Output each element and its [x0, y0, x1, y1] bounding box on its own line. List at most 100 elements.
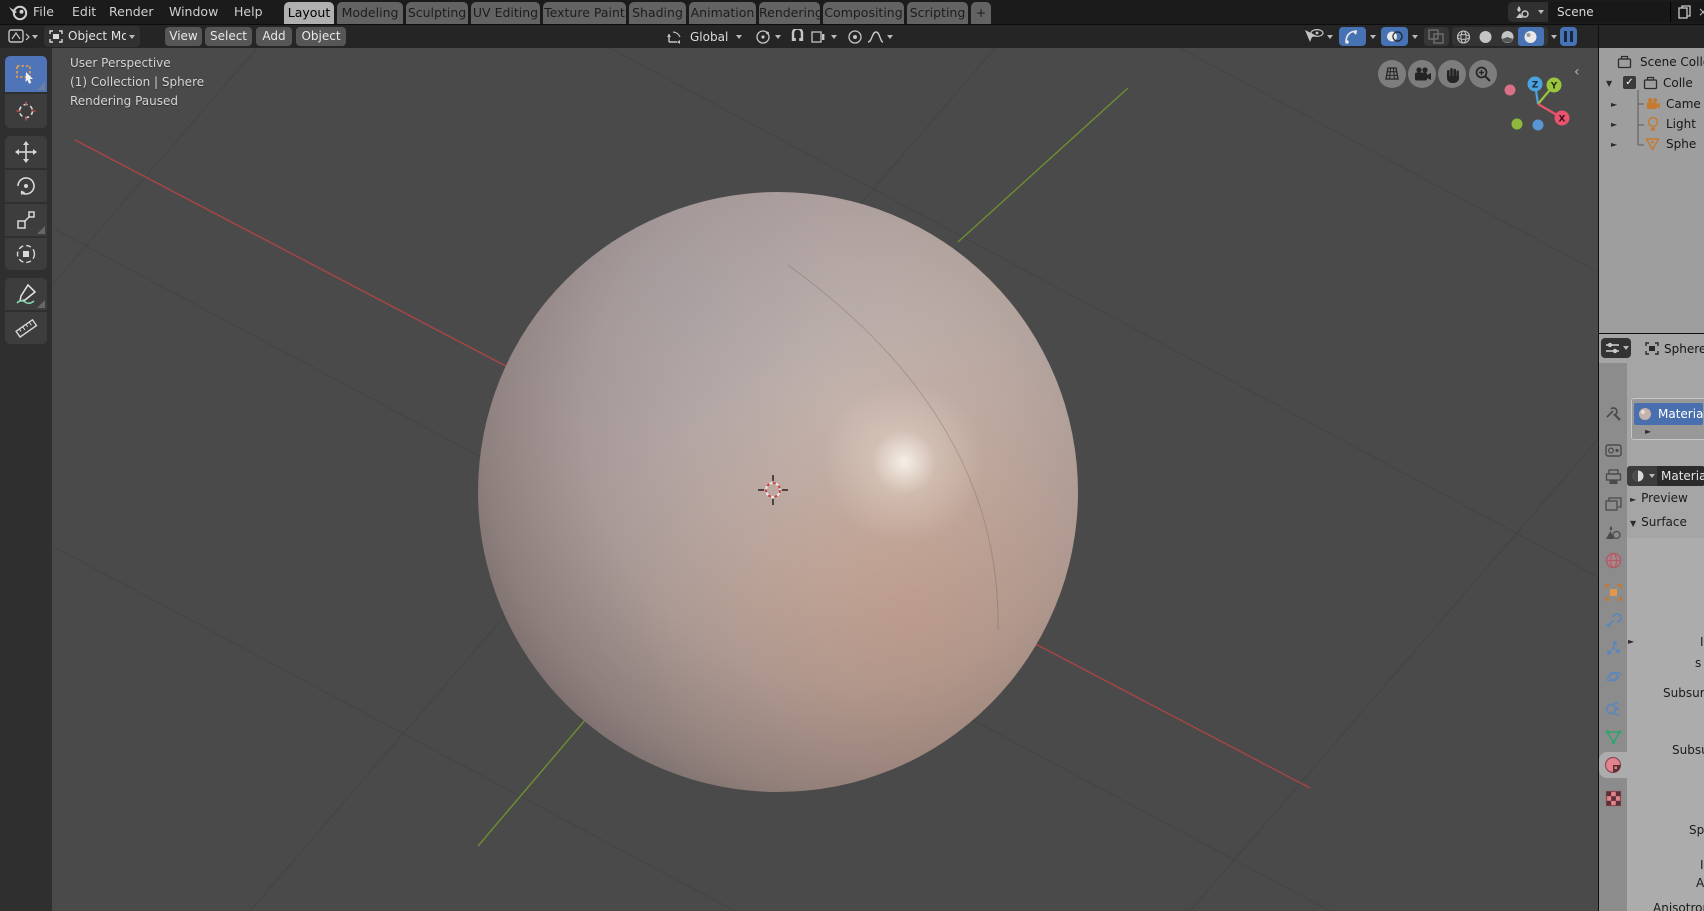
new-scene-button[interactable]	[1670, 2, 1698, 22]
tab-constraints[interactable]	[1599, 695, 1627, 721]
editor-type-3dview-icon[interactable]	[8, 29, 30, 44]
pause-render-button[interactable]	[1560, 27, 1577, 46]
shading-rendered-toggle[interactable]	[1518, 27, 1544, 46]
show-gizmo-toggle[interactable]	[1339, 27, 1366, 46]
material-name-field[interactable]: Materia	[1657, 466, 1704, 486]
workspace-tab-scripting[interactable]: Scripting	[907, 2, 968, 24]
outliner-row-light[interactable]: ► Light	[1599, 114, 1704, 134]
tool-cursor[interactable]	[5, 94, 47, 128]
cursor-3d	[758, 475, 788, 505]
menu-help[interactable]: Help	[234, 4, 263, 19]
object-visibility-icon[interactable]	[1303, 28, 1324, 45]
particles-tab-icon	[1605, 640, 1622, 657]
tab-output[interactable]	[1599, 464, 1627, 490]
overlay-render-status: Rendering Paused	[70, 94, 178, 108]
nav-pan-button[interactable]	[1438, 60, 1466, 88]
falloff-curve-icon[interactable]	[867, 29, 884, 45]
expander-icon[interactable]: ►	[1611, 95, 1617, 115]
nav-camera-button[interactable]	[1408, 60, 1436, 88]
xray-toggle[interactable]	[1424, 27, 1449, 46]
tool-transform[interactable]	[5, 238, 47, 270]
tab-object-data[interactable]	[1599, 724, 1627, 750]
breadcrumb-object-name: Sphere	[1664, 342, 1704, 356]
shading-material-icon[interactable]	[1500, 30, 1515, 44]
tool-options-corner	[37, 82, 45, 90]
tab-material[interactable]	[1599, 752, 1627, 778]
workspace-tab-uv-editing[interactable]: UV Editing	[471, 2, 540, 24]
workspace-tab-sculpting[interactable]: Sculpting	[406, 2, 468, 24]
tool-measure[interactable]	[5, 312, 47, 344]
material-datablock-selector[interactable]	[1627, 466, 1657, 486]
workspace-tab-animation[interactable]: Animation	[689, 2, 756, 24]
mode-selector[interactable]: Object Mo..	[44, 26, 140, 47]
world-tab-icon	[1605, 552, 1622, 569]
slot-expander-icon[interactable]: ►	[1645, 427, 1651, 436]
workspace-tab-shading[interactable]: Shading	[629, 2, 686, 24]
workspace-tab-compositing[interactable]: Compositing	[823, 2, 904, 24]
pivot-point-icon[interactable]	[755, 29, 771, 45]
object-menu-button[interactable]: Object	[296, 27, 346, 46]
nav-zoom-button[interactable]	[1469, 60, 1497, 88]
outliner-row-sphere[interactable]: ► Sphe	[1599, 134, 1704, 154]
tab-object[interactable]	[1599, 579, 1627, 605]
show-overlays-toggle[interactable]	[1381, 27, 1408, 46]
snap-magnet-icon[interactable]	[790, 29, 805, 45]
snap-target-icon[interactable]	[810, 29, 826, 45]
menu-file[interactable]: File	[33, 4, 54, 19]
workspace-tab-rendering[interactable]: Rendering	[759, 2, 820, 24]
scene-tab-icon	[1605, 525, 1622, 541]
axis-neg-x[interactable]	[1505, 85, 1516, 96]
menu-edit[interactable]: Edit	[72, 4, 96, 19]
tab-modifiers[interactable]	[1599, 607, 1627, 633]
workspace-tab-texture-paint[interactable]: Texture Paint	[543, 2, 626, 24]
proportional-editing-icon[interactable]	[847, 29, 863, 45]
tool-rotate[interactable]	[5, 170, 47, 202]
tool-move[interactable]	[5, 136, 47, 168]
view-menu-button[interactable]: View	[165, 27, 202, 46]
tab-view-layer[interactable]	[1599, 491, 1627, 517]
expander-icon[interactable]: ►	[1611, 135, 1617, 155]
workspace-tab-modeling[interactable]: Modeling	[337, 2, 403, 24]
tool-scale[interactable]	[5, 204, 47, 236]
menu-window[interactable]: Window	[169, 4, 218, 19]
orientation-label[interactable]: Global	[690, 30, 728, 44]
tab-physics[interactable]	[1599, 663, 1627, 689]
tool-annotate[interactable]	[5, 278, 47, 310]
workspace-tab-layout[interactable]: Layout	[284, 2, 334, 24]
scene-name-field[interactable]: Scene	[1549, 2, 1677, 22]
nav-orthographic-button[interactable]	[1378, 60, 1406, 88]
shading-wireframe-icon[interactable]	[1456, 30, 1471, 44]
outliner-row-camera[interactable]: ► Came	[1599, 94, 1704, 114]
shading-solid-icon[interactable]	[1478, 30, 1493, 44]
select-menu-button[interactable]: Select	[205, 27, 252, 46]
tab-tool[interactable]	[1599, 400, 1627, 426]
preview-panel-header[interactable]: ►Preview	[1630, 491, 1688, 505]
workspace-tab-add[interactable]: +	[971, 2, 991, 24]
toolbar	[0, 48, 52, 911]
unlink-scene-button[interactable]: ×	[1698, 2, 1704, 22]
tab-render[interactable]	[1599, 437, 1627, 463]
menu-render[interactable]: Render	[109, 4, 154, 19]
axis-gizmo[interactable]: Z Y X	[1495, 62, 1595, 146]
scene-datablock-icon-button[interactable]	[1508, 2, 1548, 22]
tab-world[interactable]	[1599, 547, 1627, 573]
viewport-3d[interactable]: User Perspective (1) Collection | Sphere…	[0, 48, 1598, 911]
properties-editor-type-button[interactable]	[1601, 338, 1631, 358]
dropdown-caret	[831, 35, 837, 39]
transform-orientation-icon[interactable]	[666, 29, 683, 45]
tab-particles[interactable]	[1599, 635, 1627, 661]
tool-select-box[interactable]	[5, 56, 47, 92]
outliner-label: Light	[1666, 114, 1696, 134]
cursor-tool-icon	[14, 99, 38, 123]
subpanel-expander-icon[interactable]: ►	[1628, 637, 1634, 646]
add-menu-button[interactable]: Add	[256, 27, 292, 46]
tab-scene[interactable]	[1599, 520, 1627, 546]
tab-texture[interactable]	[1599, 785, 1627, 811]
axis-neg-y[interactable]	[1512, 119, 1523, 130]
blender-logo-icon[interactable]	[8, 3, 28, 21]
expander-icon[interactable]: ►	[1611, 115, 1617, 135]
axis-neg-z[interactable]	[1533, 120, 1544, 131]
surface-panel-header[interactable]: ▼Surface	[1630, 515, 1687, 529]
sidebar-toggle-icon[interactable]: ‹	[1574, 64, 1580, 80]
material-slot-active[interactable]: Material	[1634, 403, 1703, 425]
